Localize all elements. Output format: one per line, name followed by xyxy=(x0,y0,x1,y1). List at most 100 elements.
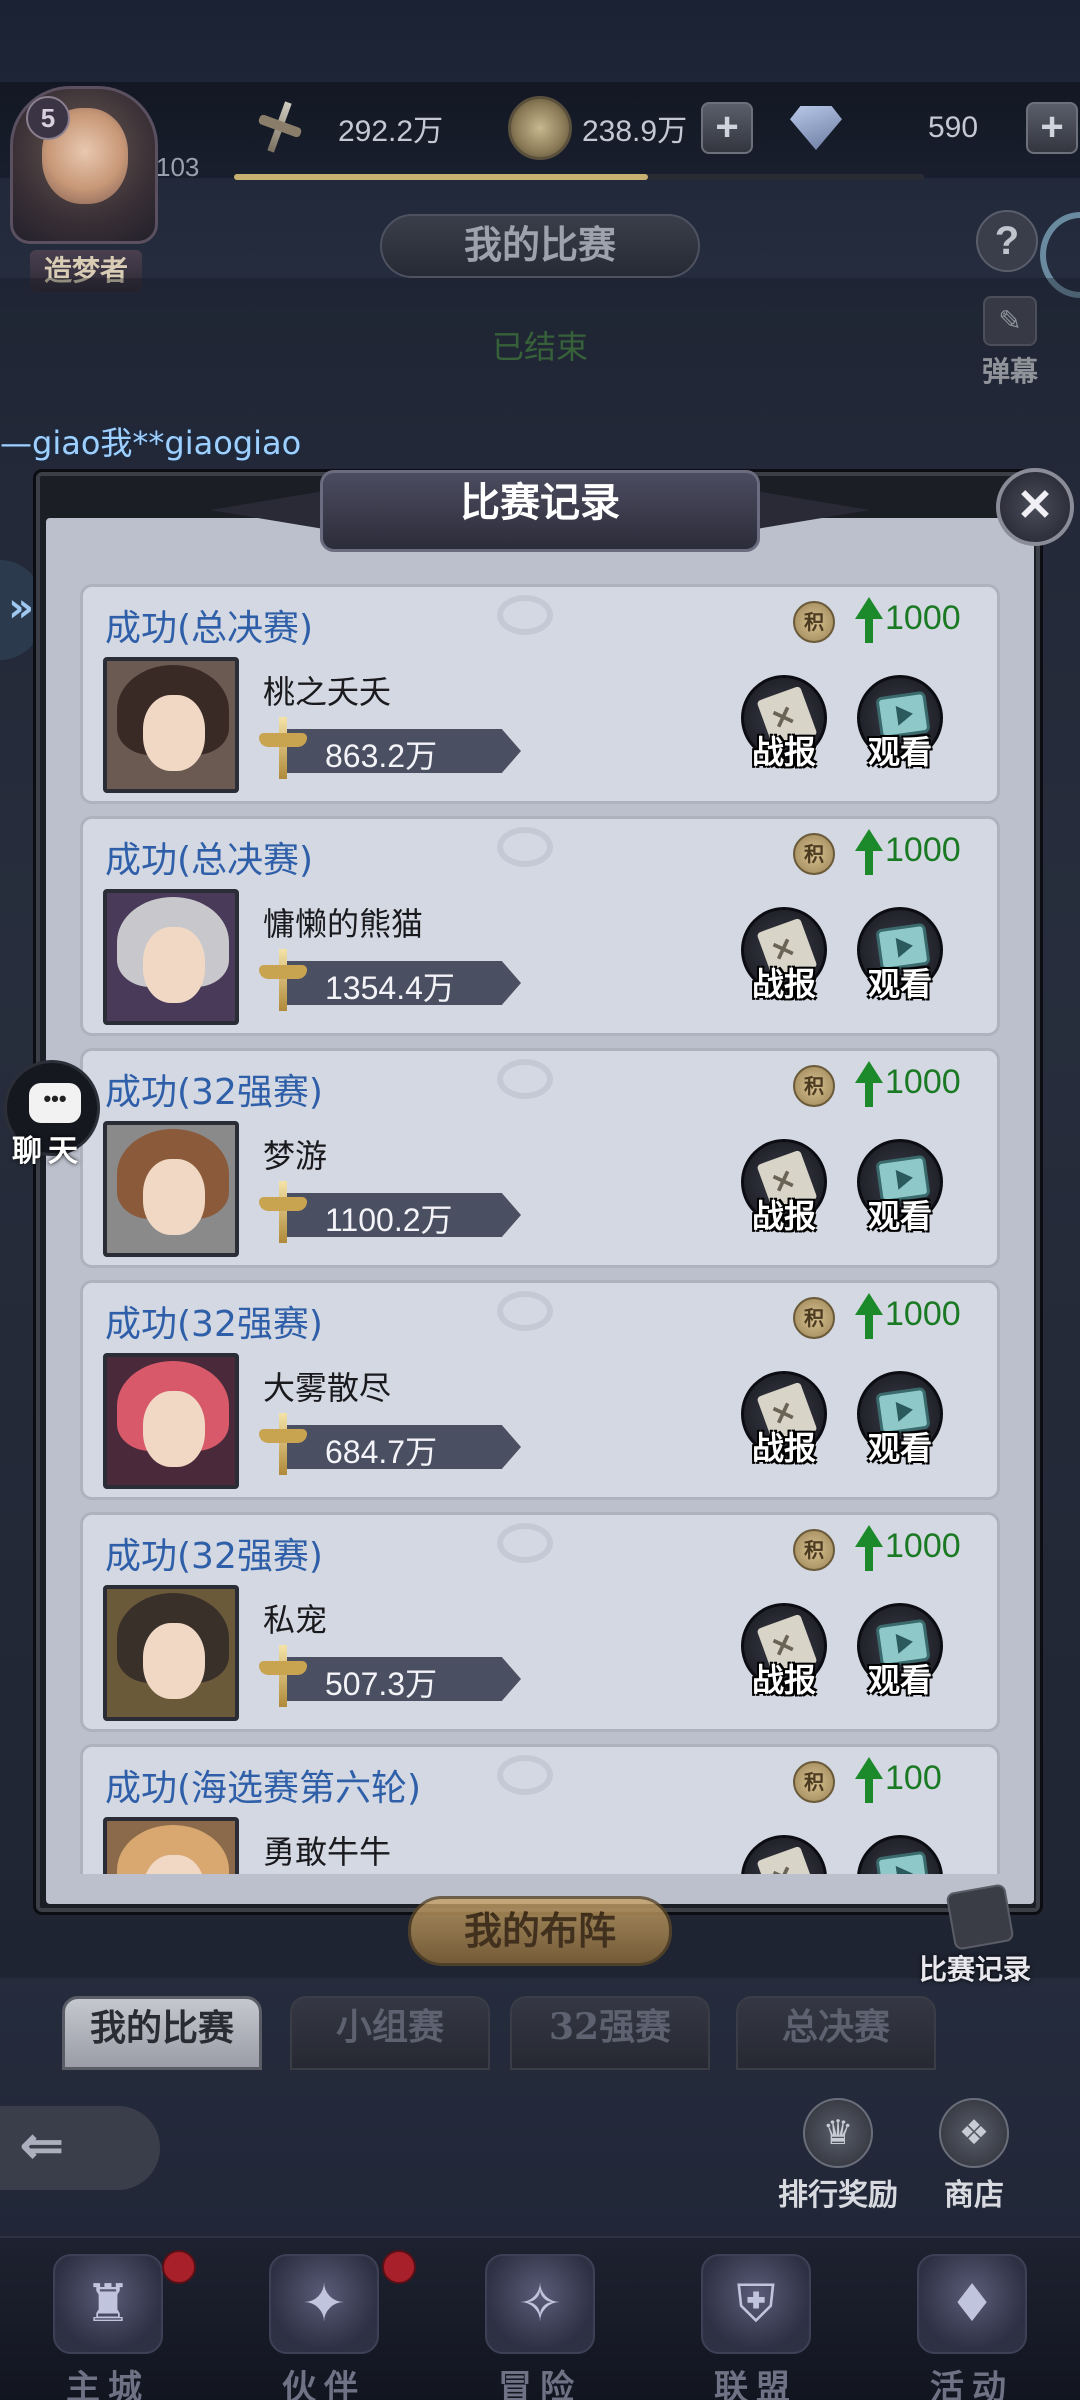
watch-replay-label: 观看 xyxy=(867,1661,932,1699)
tab-finals[interactable]: 总决赛 xyxy=(736,1996,936,2070)
opponent-power: 863.2万 xyxy=(325,738,438,774)
points-coin-icon: 积 xyxy=(793,1065,835,1107)
points-coin-icon: 积 xyxy=(793,1761,835,1803)
watch-replay-label: 观看 xyxy=(867,733,932,771)
record-card: 成功(总决赛) 积 1000 桃之夭夭 863.2万 战报 观看 xyxy=(80,584,1000,804)
record-points: 1000 xyxy=(885,1295,961,1333)
chat-icon: ••• xyxy=(29,1083,81,1123)
record-card: 成功(32强赛) 积 1000 梦游 1100.2万 战报 观看 xyxy=(80,1048,1000,1268)
record-card: 成功(海选赛第六轮) 积 100 勇敢牛牛 战报观看 xyxy=(80,1744,1000,1874)
ranking-reward-button[interactable]: ♛ 排行奖励 xyxy=(768,2098,908,2228)
sword-icon xyxy=(253,949,313,1013)
battle-report-button[interactable]: 战报 xyxy=(739,907,829,1017)
match-record-label: 比赛记录 xyxy=(918,1953,1031,1986)
tab-my-match[interactable]: 我的比赛 xyxy=(62,1996,262,2070)
chat-label: 聊天 xyxy=(12,1134,84,1169)
arrow-up-icon xyxy=(855,597,883,645)
my-formation-button[interactable]: 我的布阵 xyxy=(408,1896,672,1966)
gold-coin-icon xyxy=(508,96,572,160)
watch-replay-label: 观看 xyxy=(867,1429,932,1467)
wizard-hat-icon: ✦ xyxy=(269,2254,379,2354)
tab-top-32[interactable]: 32强赛 xyxy=(510,1996,710,2070)
help-button[interactable]: ? xyxy=(976,210,1038,272)
add-gold-button[interactable]: + xyxy=(701,102,754,154)
battle-report-button[interactable]: 战报 xyxy=(739,1371,829,1481)
watch-replay-button[interactable]: 观看 xyxy=(855,1139,945,1249)
shop-button[interactable]: ❖ 商店 xyxy=(904,2098,1044,2228)
sword-icon xyxy=(253,1181,313,1245)
arrow-up-icon xyxy=(855,1293,883,1341)
points-coin-icon: 积 xyxy=(793,1529,835,1571)
add-diamond-button[interactable]: + xyxy=(1026,102,1079,154)
opponent-name: 桃之夭夭 xyxy=(263,673,392,711)
page-title: 我的比赛 xyxy=(463,222,616,267)
sword-icon xyxy=(253,1413,313,1477)
nav-item[interactable]: ✧ 冒险 xyxy=(432,2240,648,2400)
tab-group-stage[interactable]: 小组赛 xyxy=(290,1996,490,2070)
nav-label: 伙伴 xyxy=(282,2368,366,2400)
exp-progress-bar xyxy=(234,174,924,180)
power-resource: 292.2万 xyxy=(250,100,443,156)
record-card: 成功(32强赛) 积 1000 私宠 507.3万 战报 观看 xyxy=(80,1512,1000,1732)
watch-replay-button[interactable]: 观看 xyxy=(855,907,945,1017)
castle-icon: ♜ xyxy=(53,2254,163,2354)
opponent-power: 1354.4万 xyxy=(325,970,455,1006)
opponent-name: 大雾散尽 xyxy=(263,1369,392,1407)
scroll-icon xyxy=(945,1883,1015,1951)
power-value: 292.2万 xyxy=(338,115,444,148)
shop-cards-icon: ❖ xyxy=(939,2098,1009,2168)
nav-label: 主城 xyxy=(66,2368,150,2400)
player-level-badge: 5 xyxy=(26,96,70,140)
battle-report-button[interactable]: 战报 xyxy=(739,1835,829,1874)
nav-label: 联盟 xyxy=(714,2368,798,2400)
match-record-button[interactable]: 比赛记录 xyxy=(919,1883,1040,1988)
nav-item[interactable]: ♦ 活动 xyxy=(864,2240,1080,2400)
danmu-message: —giao我**giaogiao xyxy=(0,424,302,462)
record-points: 1000 xyxy=(885,1527,961,1565)
record-points: 1000 xyxy=(885,1063,961,1101)
exp-progress-fill xyxy=(234,174,648,180)
play-screen-icon xyxy=(857,1835,943,1874)
watch-replay-button[interactable]: 观看 xyxy=(855,1603,945,1713)
game-screen: 5 造梦者 103 292.2万 238.9万 + 590 + ? ✎ 弹幕 我… xyxy=(0,0,1080,2400)
record-result: 成功(总决赛) xyxy=(105,608,314,649)
record-result: 成功(32强赛) xyxy=(105,1536,323,1577)
battle-report-button[interactable]: 战报 xyxy=(739,675,829,785)
watch-replay-button[interactable]: 观看 xyxy=(855,1835,945,1874)
gold-resource: 238.9万 + xyxy=(508,96,754,160)
record-points: 1000 xyxy=(885,831,961,869)
opponent-avatar[interactable] xyxy=(103,657,239,793)
opponent-avatar[interactable] xyxy=(103,1121,239,1257)
battle-report-button[interactable]: 战报 xyxy=(739,1603,829,1713)
modal-title: 比赛记录 xyxy=(460,479,620,526)
ranking-reward-label: 排行奖励 xyxy=(778,2178,898,2213)
opponent-name: 梦游 xyxy=(263,1137,328,1175)
record-result: 成功(32强赛) xyxy=(105,1072,323,1113)
battle-report-button[interactable]: 战报 xyxy=(739,1139,829,1249)
record-card: 成功(32强赛) 积 1000 大雾散尽 684.7万 战报 观看 xyxy=(80,1280,1000,1500)
scroll-icon xyxy=(741,1835,827,1874)
shop-label: 商店 xyxy=(944,2178,1004,2213)
opponent-name: 私宠 xyxy=(263,1601,328,1639)
records-list[interactable]: 成功(总决赛)积1000桃之夭夭863.2万战报观看成功(总决赛)积1000慵懒… xyxy=(80,584,1000,1874)
nav-item[interactable]: ⛨ 联盟 xyxy=(648,2240,864,2400)
trophy-icon: ♛ xyxy=(803,2098,873,2168)
opponent-avatar[interactable] xyxy=(103,1817,239,1874)
watch-replay-button[interactable]: 观看 xyxy=(855,1371,945,1481)
points-coin-icon: 积 xyxy=(793,833,835,875)
watch-replay-button[interactable]: 观看 xyxy=(855,675,945,785)
opponent-avatar[interactable] xyxy=(103,1353,239,1489)
battle-report-label: 战报 xyxy=(751,1429,816,1467)
shield-icon: ⛨ xyxy=(701,2254,811,2354)
record-card: 成功(总决赛) 积 1000 慵懒的熊猫 1354.4万 战报 观看 xyxy=(80,816,1000,1036)
battle-report-label: 战报 xyxy=(751,965,816,1003)
opponent-avatar[interactable] xyxy=(103,1585,239,1721)
record-result: 成功(海选赛第六轮) xyxy=(105,1768,422,1809)
battle-report-label: 战报 xyxy=(751,1661,816,1699)
sword-icon xyxy=(253,1645,313,1709)
back-button[interactable]: ⇐ xyxy=(0,2106,160,2190)
close-button[interactable]: ✕ xyxy=(996,468,1074,546)
sword-icon xyxy=(253,717,313,781)
opponent-name: 勇敢牛牛 xyxy=(263,1833,392,1871)
opponent-avatar[interactable] xyxy=(103,889,239,1025)
